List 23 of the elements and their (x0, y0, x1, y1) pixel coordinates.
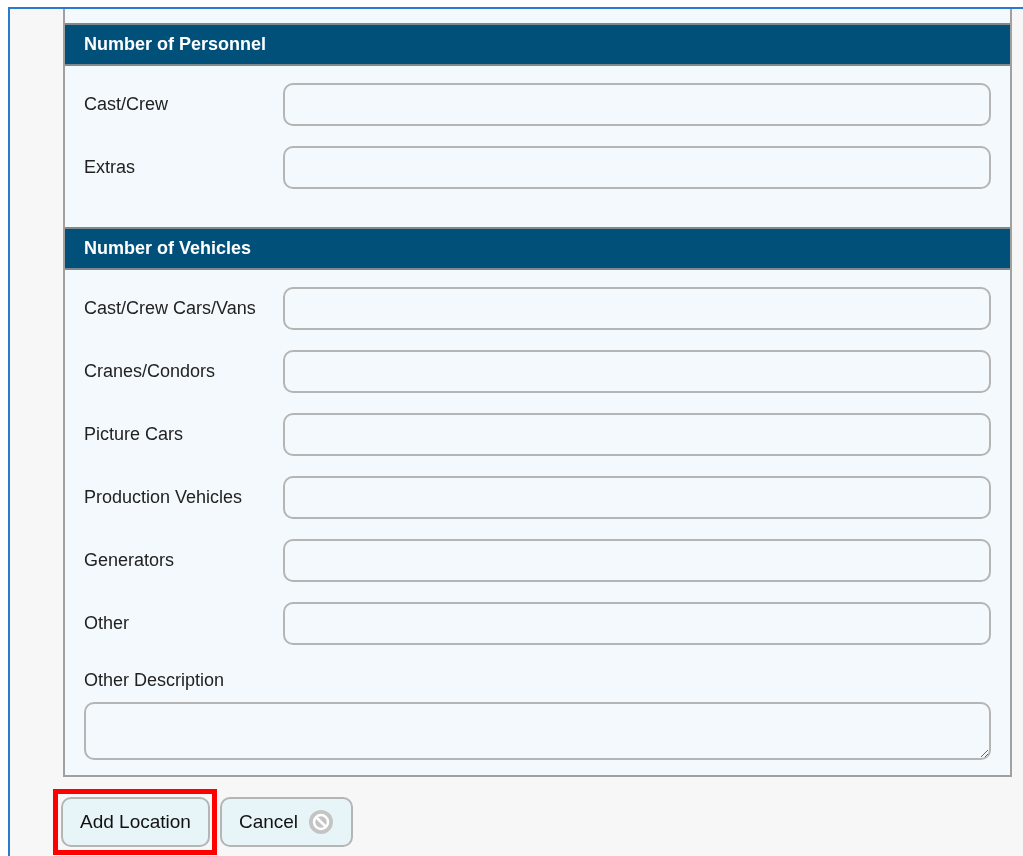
input-field[interactable] (283, 413, 991, 456)
input-field[interactable] (283, 476, 991, 519)
input-field[interactable] (283, 350, 991, 393)
field-label: Production Vehicles (84, 486, 244, 509)
input-field[interactable] (283, 287, 991, 330)
section-header: Number of Vehicles (65, 227, 1010, 270)
add-location-button[interactable]: Add Location (61, 797, 210, 847)
input-field[interactable] (283, 602, 991, 645)
text-area[interactable] (84, 702, 991, 760)
field-label: Extras (84, 156, 136, 179)
cancel-button[interactable]: Cancel (219, 797, 354, 847)
input-field[interactable] (283, 146, 991, 189)
input-field[interactable] (283, 539, 991, 582)
input-field[interactable] (283, 83, 991, 126)
field-label: Cast/Crew Cars/Vans (84, 297, 257, 320)
field-label: Cranes/Condors (84, 360, 217, 383)
section-header: Number of Personnel (65, 23, 1010, 66)
field-label: Cast/Crew (84, 93, 169, 116)
field-label: Other (84, 612, 131, 635)
field-label: Generators (84, 549, 176, 572)
field-label: Other Description (84, 669, 226, 692)
field-label: Picture Cars (84, 423, 185, 446)
prohibited-icon (308, 809, 335, 835)
